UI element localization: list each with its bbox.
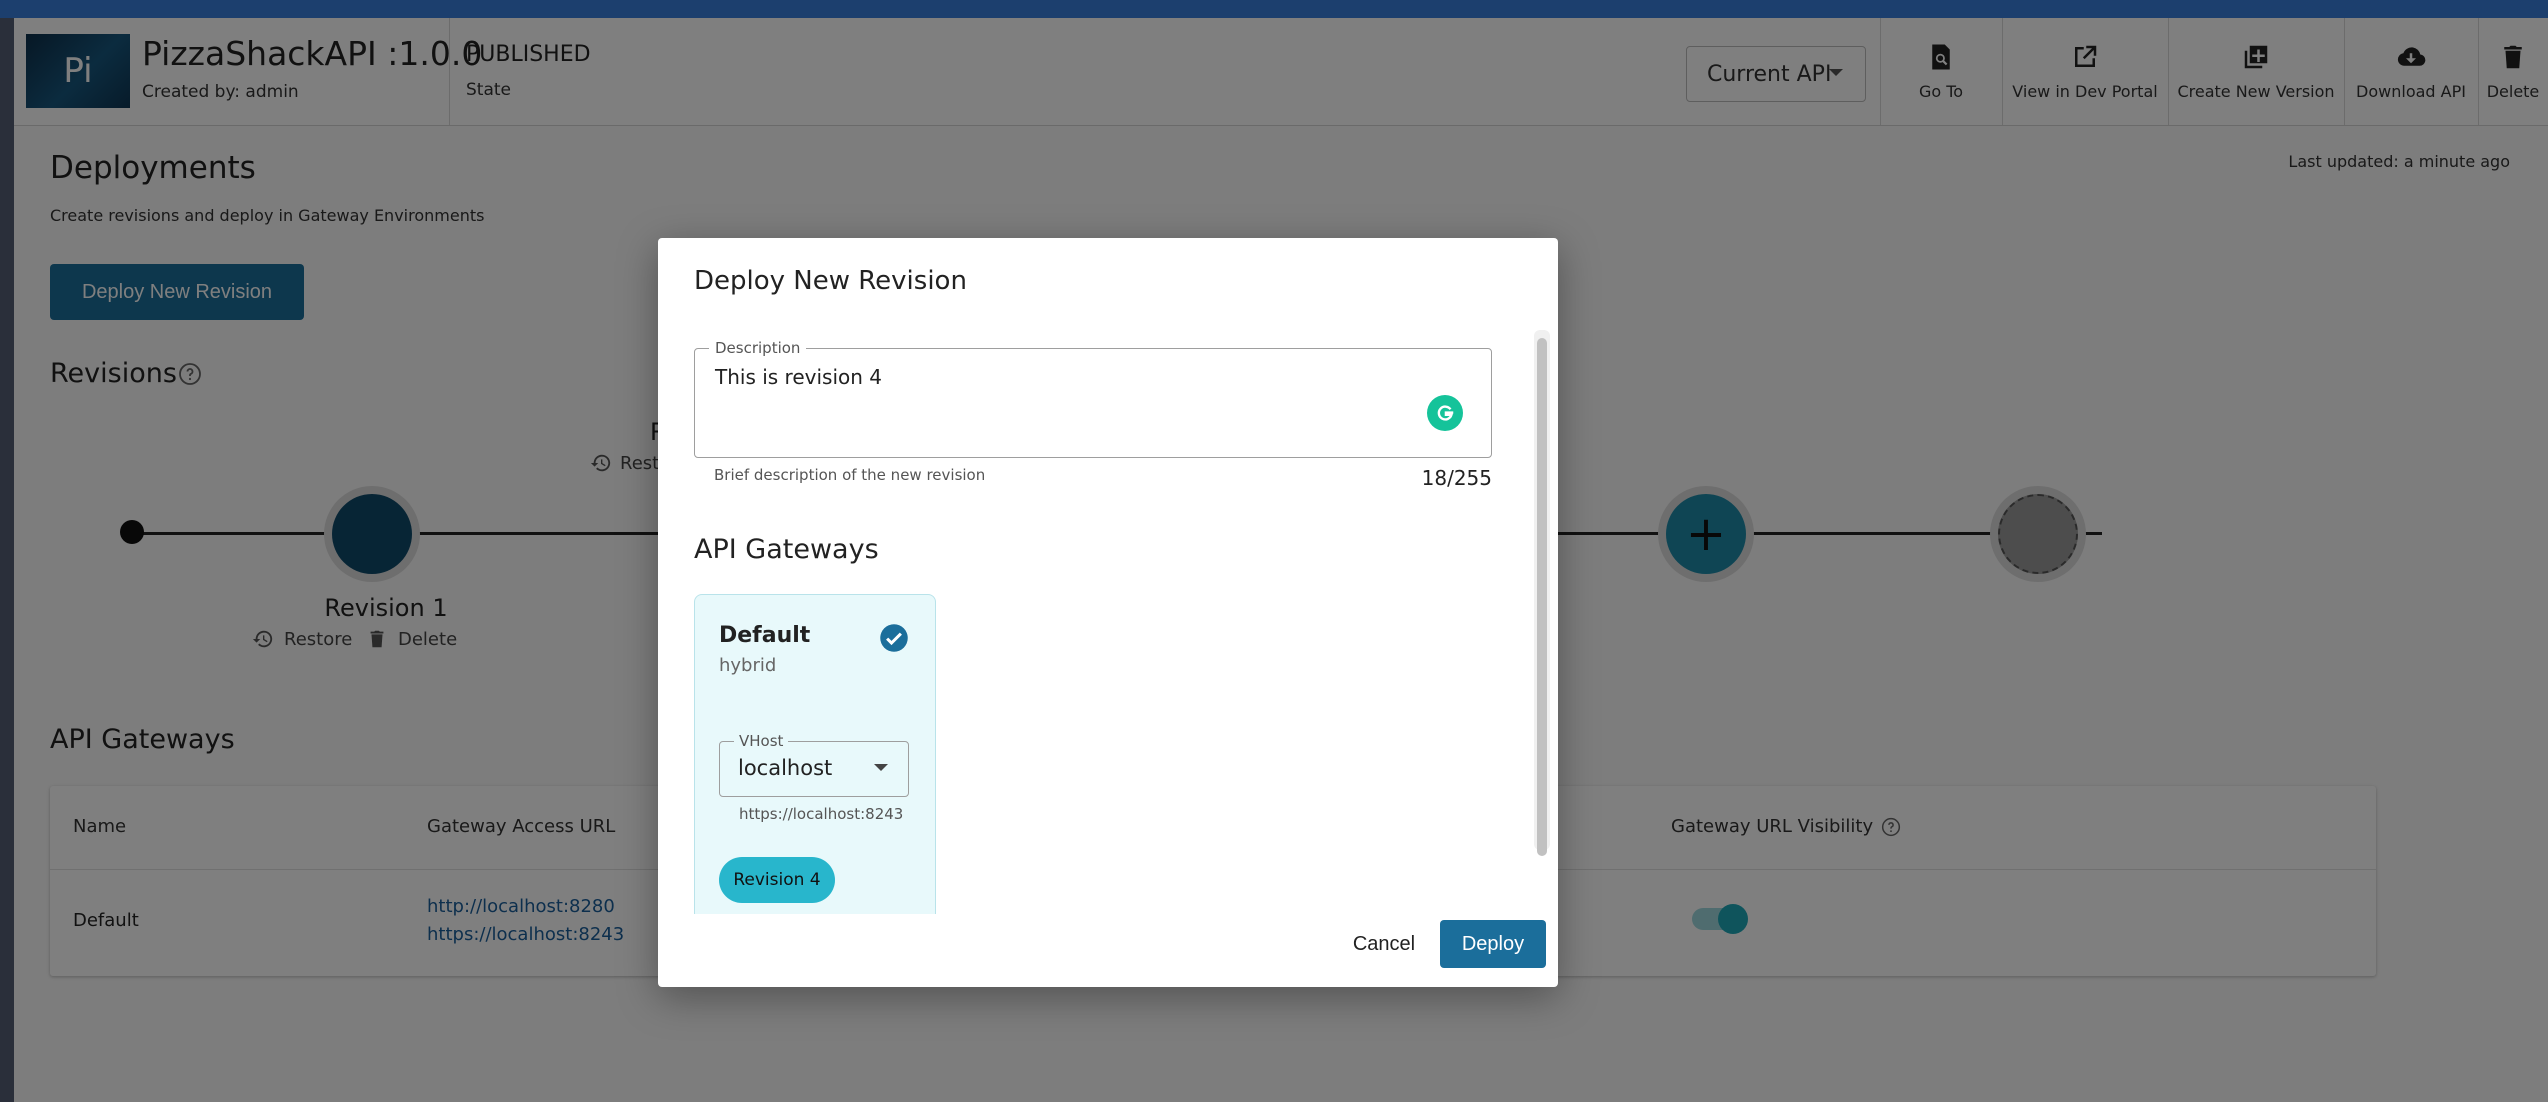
- vhost-value: localhost: [738, 756, 833, 780]
- gateway-card-name: Default: [719, 623, 811, 648]
- left-nav-strip: [0, 18, 14, 1102]
- grammarly-icon[interactable]: [1427, 395, 1463, 431]
- gateway-card-default[interactable]: Default hybrid VHost localhost https://l…: [694, 594, 936, 914]
- dialog-title: Deploy New Revision: [694, 266, 967, 296]
- description-input[interactable]: This is revision 4: [715, 365, 882, 389]
- top-strip: [0, 0, 2548, 18]
- scrollbar-thumb[interactable]: [1537, 338, 1547, 856]
- check-circle-icon[interactable]: [879, 623, 909, 653]
- description-helper-text: Brief description of the new revision: [714, 466, 986, 484]
- dialog-scrollbar[interactable]: [1534, 330, 1550, 856]
- description-field[interactable]: Description This is revision 4: [694, 339, 1492, 458]
- vhost-label: VHost: [734, 732, 789, 750]
- cancel-button[interactable]: Cancel: [1336, 920, 1432, 968]
- vhost-url: https://localhost:8243: [739, 805, 904, 823]
- gateway-card-type: hybrid: [719, 655, 777, 676]
- grammarly-g-glyph: [1437, 405, 1454, 421]
- description-label: Description: [709, 339, 807, 357]
- chevron-down-icon: [874, 764, 888, 771]
- deploy-button[interactable]: Deploy: [1440, 920, 1546, 968]
- vhost-select[interactable]: VHost localhost: [719, 732, 909, 797]
- description-char-count: 18/255: [1421, 466, 1492, 490]
- revision-chip: Revision 4: [719, 857, 835, 903]
- deploy-new-revision-dialog: Deploy New Revision Description This is …: [658, 238, 1558, 987]
- dialog-gateways-heading: API Gateways: [694, 534, 879, 565]
